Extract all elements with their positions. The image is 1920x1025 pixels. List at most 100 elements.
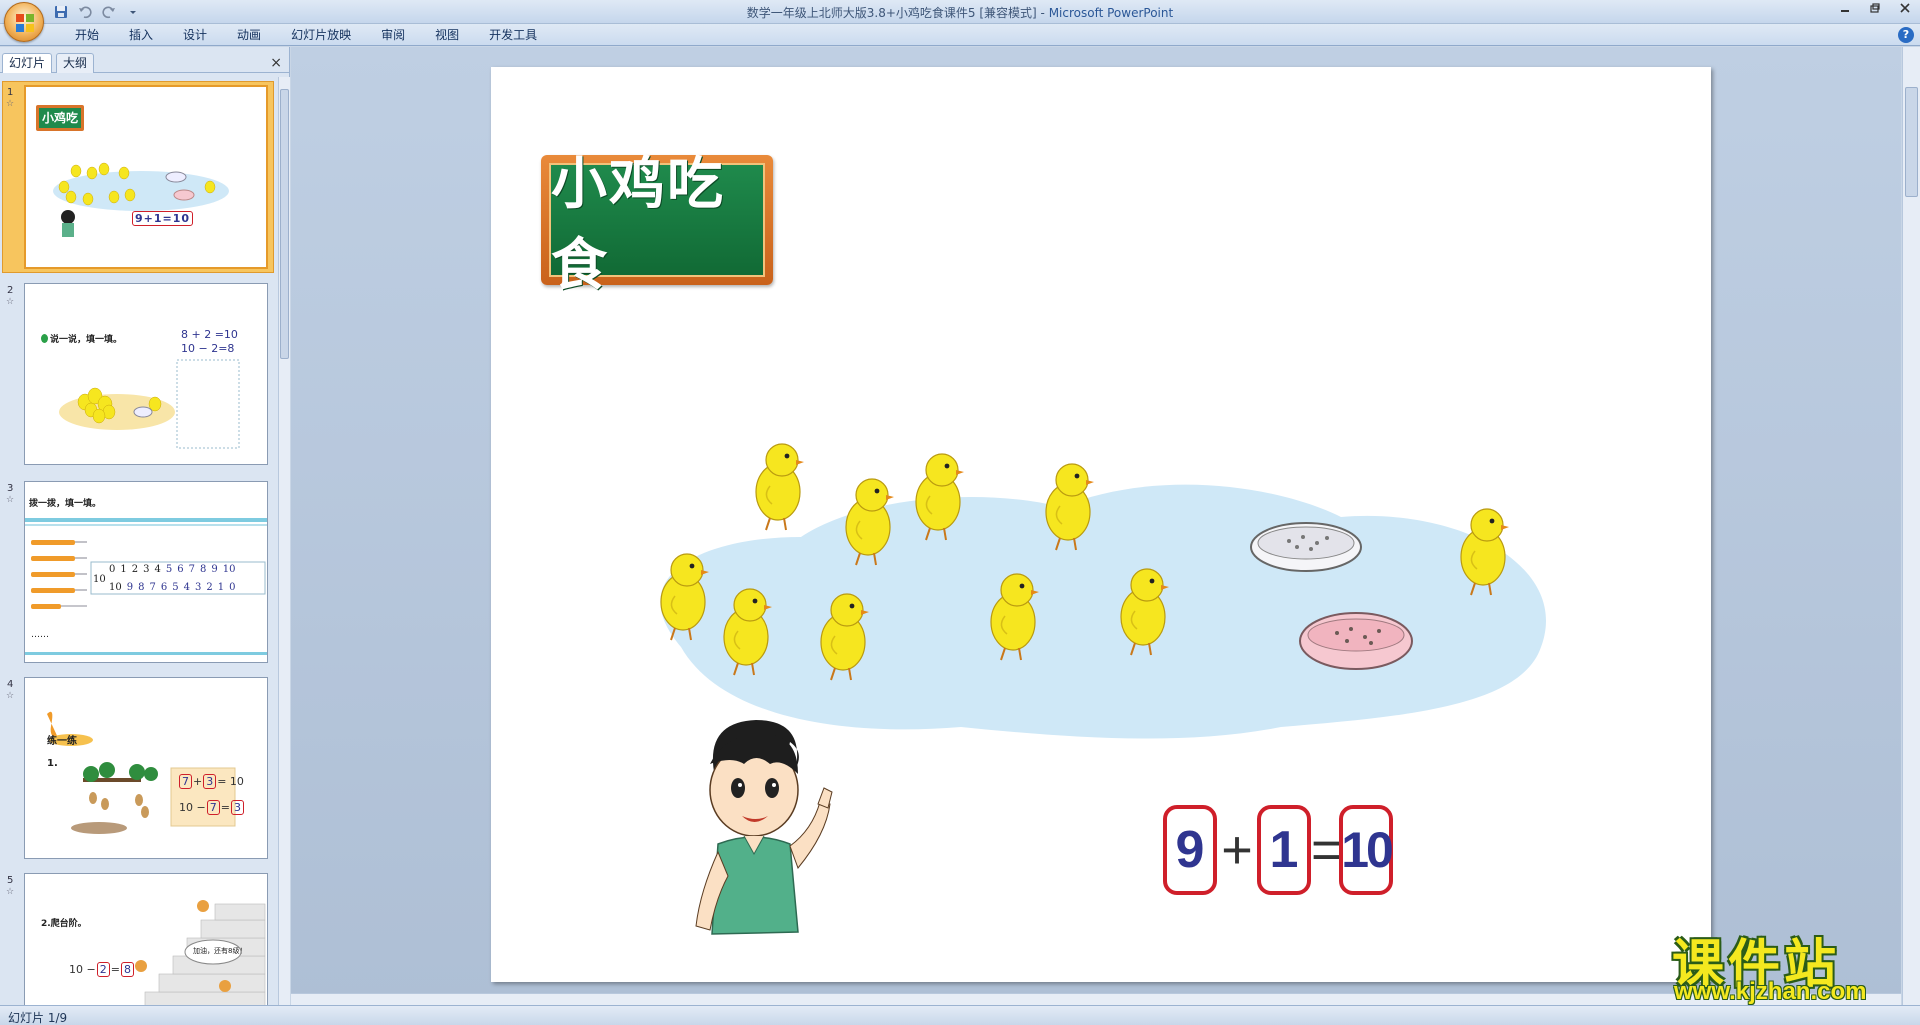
slide-editor: 小鸡吃食 9 + 1 = 10 <box>291 47 1901 1005</box>
slide-thumbnail-image: 小鸡吃食 9+1=10 <box>24 85 268 269</box>
thumb-heading-text: 2.爬台阶。 <box>41 919 87 929</box>
transition-star-icon: ☆ <box>6 887 15 897</box>
thumb-eq: 10 − 2 = 8 <box>69 962 134 977</box>
thumb-number-row-top: 0 1 2 3 4 5 6 7 8 9 10 <box>109 564 235 575</box>
thumb-top-cell: 6 <box>177 564 184 575</box>
editor-vertical-scrollbar[interactable] <box>1902 47 1920 1005</box>
equation-box-addend-2[interactable]: 1 <box>1257 805 1311 895</box>
equation-box-result[interactable]: 10 <box>1339 805 1394 895</box>
slide-number: 4 <box>7 679 14 690</box>
slides-pane: 幻灯片 大纲 × 1 ☆ 小鸡吃食 9+1=10 2 ☆ 说一说，填一填。 8 … <box>0 47 290 1005</box>
chick-6 <box>915 453 965 541</box>
thumb-top-cell: 7 <box>188 564 195 575</box>
thumb-illustration <box>59 359 240 449</box>
slide-thumbnail-1[interactable]: 1 ☆ 小鸡吃食 9+1=10 <box>0 81 278 277</box>
title-bar: 数学一年级上北师大版3.8+小鸡吃食课件5 [兼容模式] - Microsoft… <box>0 0 1920 24</box>
thumb-illustration <box>135 900 266 1005</box>
thumb-pre: 10 − <box>69 963 96 976</box>
ribbon-tabs: 开始 插入 设计 动画 幻灯片放映 审阅 视图 开发工具 <box>60 27 552 43</box>
transition-star-icon: ☆ <box>6 495 15 505</box>
slide-thumbnail-5[interactable]: 5 ☆ 2.爬台阶。 加油，还有8级！ 10 − 2 = 8 <box>0 873 278 1005</box>
thumbnail-scrollbar[interactable] <box>278 77 290 1005</box>
tab-review[interactable]: 审阅 <box>366 27 420 43</box>
thumb-bottom-cell: 3 <box>194 582 202 593</box>
thumb-top-cell: 3 <box>143 564 150 575</box>
thumb-box: 2 <box>96 962 110 977</box>
thumb-op: = <box>220 801 230 814</box>
window-title: 数学一年级上北师大版3.8+小鸡吃食课件5 [兼容模式] - Microsoft… <box>0 4 1920 21</box>
tab-design[interactable]: 设计 <box>168 27 222 43</box>
slide-thumbnail-3[interactable]: 3 ☆ 拨一拨，填一填。 10 0 1 2 3 4 5 6 7 8 9 10 1… <box>0 481 278 671</box>
boy-illustration <box>695 720 833 935</box>
thumb-op: + <box>193 775 203 788</box>
status-bar: 幻灯片 1/9 <box>0 1005 1920 1025</box>
tab-view[interactable]: 视图 <box>420 27 474 43</box>
thumb-bottom-cell: 2 <box>206 582 213 593</box>
thumb-item-number: 1. <box>47 758 58 769</box>
thumb-eq-1: 7 + 3 = 10 <box>179 774 244 789</box>
tab-slideshow[interactable]: 幻灯片放映 <box>276 27 366 43</box>
slide-thumbnail-2[interactable]: 2 ☆ 说一说，填一填。 8 + 2 =10 10 − 2=8 <box>0 283 278 473</box>
tab-animations[interactable]: 动画 <box>222 27 276 43</box>
restore-icon[interactable] <box>1866 2 1884 18</box>
thumb-bottom-cell: 8 <box>138 582 145 593</box>
tab-developer[interactable]: 开发工具 <box>474 27 552 43</box>
equation: 9 + 1 = 10 <box>1163 805 1394 895</box>
pane-tabs: 幻灯片 大纲 × <box>0 51 290 73</box>
slide-thumbnail-4[interactable]: 4 ☆ 练一练 1. 7 + 3 = 10 10 − 7 = 3 <box>0 677 278 867</box>
tab-slides[interactable]: 幻灯片 <box>2 53 53 73</box>
transition-star-icon: ☆ <box>6 99 15 109</box>
slide-number: 2 <box>7 285 14 296</box>
minimize-icon[interactable] <box>1836 2 1854 18</box>
slide-thumbnail-image: 练一练 1. 7 + 3 = 10 10 − 7 = 3 <box>24 677 268 859</box>
help-icon[interactable]: ? <box>1898 27 1914 43</box>
slide-number: 1 <box>7 87 14 98</box>
site-watermark: 课件站 www.kjzhan.com <box>1668 922 1908 1005</box>
thumb-top-cell: 9 <box>211 564 218 575</box>
thumb-rest: = 10 <box>217 775 244 788</box>
thumb-bottom-cell: 10 <box>109 582 122 593</box>
office-button[interactable] <box>4 2 44 42</box>
thumb-box: 3 <box>230 800 244 815</box>
tab-outline[interactable]: 大纲 <box>56 53 95 73</box>
pane-close-icon[interactable]: × <box>270 55 282 71</box>
thumb-box: 3 <box>203 774 217 789</box>
close-icon[interactable] <box>1896 2 1914 18</box>
current-slide[interactable]: 小鸡吃食 9 + 1 = 10 <box>491 67 1711 982</box>
thumb-top-cell: 5 <box>165 564 173 575</box>
application-name: Microsoft PowerPoint <box>1048 6 1174 20</box>
scrollbar-thumb[interactable] <box>1905 87 1918 197</box>
thumb-pre: 10 − <box>179 801 206 814</box>
editor-horizontal-scrollbar[interactable] <box>291 993 1901 1005</box>
equation-box-addend-1[interactable]: 9 <box>1163 805 1217 895</box>
tab-insert[interactable]: 插入 <box>114 27 168 43</box>
thumb-illustration <box>53 162 229 237</box>
chick-2 <box>755 443 805 531</box>
transition-star-icon: ☆ <box>6 297 15 307</box>
slide-thumbnail-image: 说一说，填一填。 8 + 2 =10 10 − 2=8 <box>24 283 268 465</box>
chick-9 <box>1120 568 1170 656</box>
chicks-layer <box>660 443 1510 681</box>
thumb-eq-2: 10 − 7 = 3 <box>179 800 244 815</box>
plus-sign: + <box>1221 820 1253 880</box>
thumb-left-number: 10 <box>93 574 106 585</box>
title-separator: - <box>1036 6 1049 20</box>
tab-home[interactable]: 开始 <box>60 27 114 43</box>
thumb-illustration <box>47 711 236 834</box>
window-controls <box>1836 2 1914 18</box>
slide-counter: 幻灯片 1/9 <box>8 1011 68 1025</box>
thumb-heading-text: 练一练 <box>47 736 77 747</box>
thumb-box: 7 <box>206 800 220 815</box>
scrollbar-thumb[interactable] <box>280 89 289 359</box>
slide-thumbnail-image: 2.爬台阶。 加油，还有8级！ 10 − 2 = 8 <box>24 873 268 1005</box>
ribbon: 开始 插入 设计 动画 幻灯片放映 审阅 视图 开发工具 ? <box>0 24 1920 46</box>
thumb-top-cell: 4 <box>154 564 161 575</box>
chick-4 <box>845 478 895 566</box>
thumb-box: 8 <box>120 962 134 977</box>
thumb-number-row-bottom: 10 9 8 7 6 5 4 3 2 1 0 <box>109 582 235 593</box>
thumb-op: = <box>110 963 120 976</box>
chick-5 <box>820 593 870 681</box>
thumb-box: 7 <box>179 774 192 789</box>
chick-7 <box>990 573 1040 661</box>
slide-number: 5 <box>7 875 14 886</box>
